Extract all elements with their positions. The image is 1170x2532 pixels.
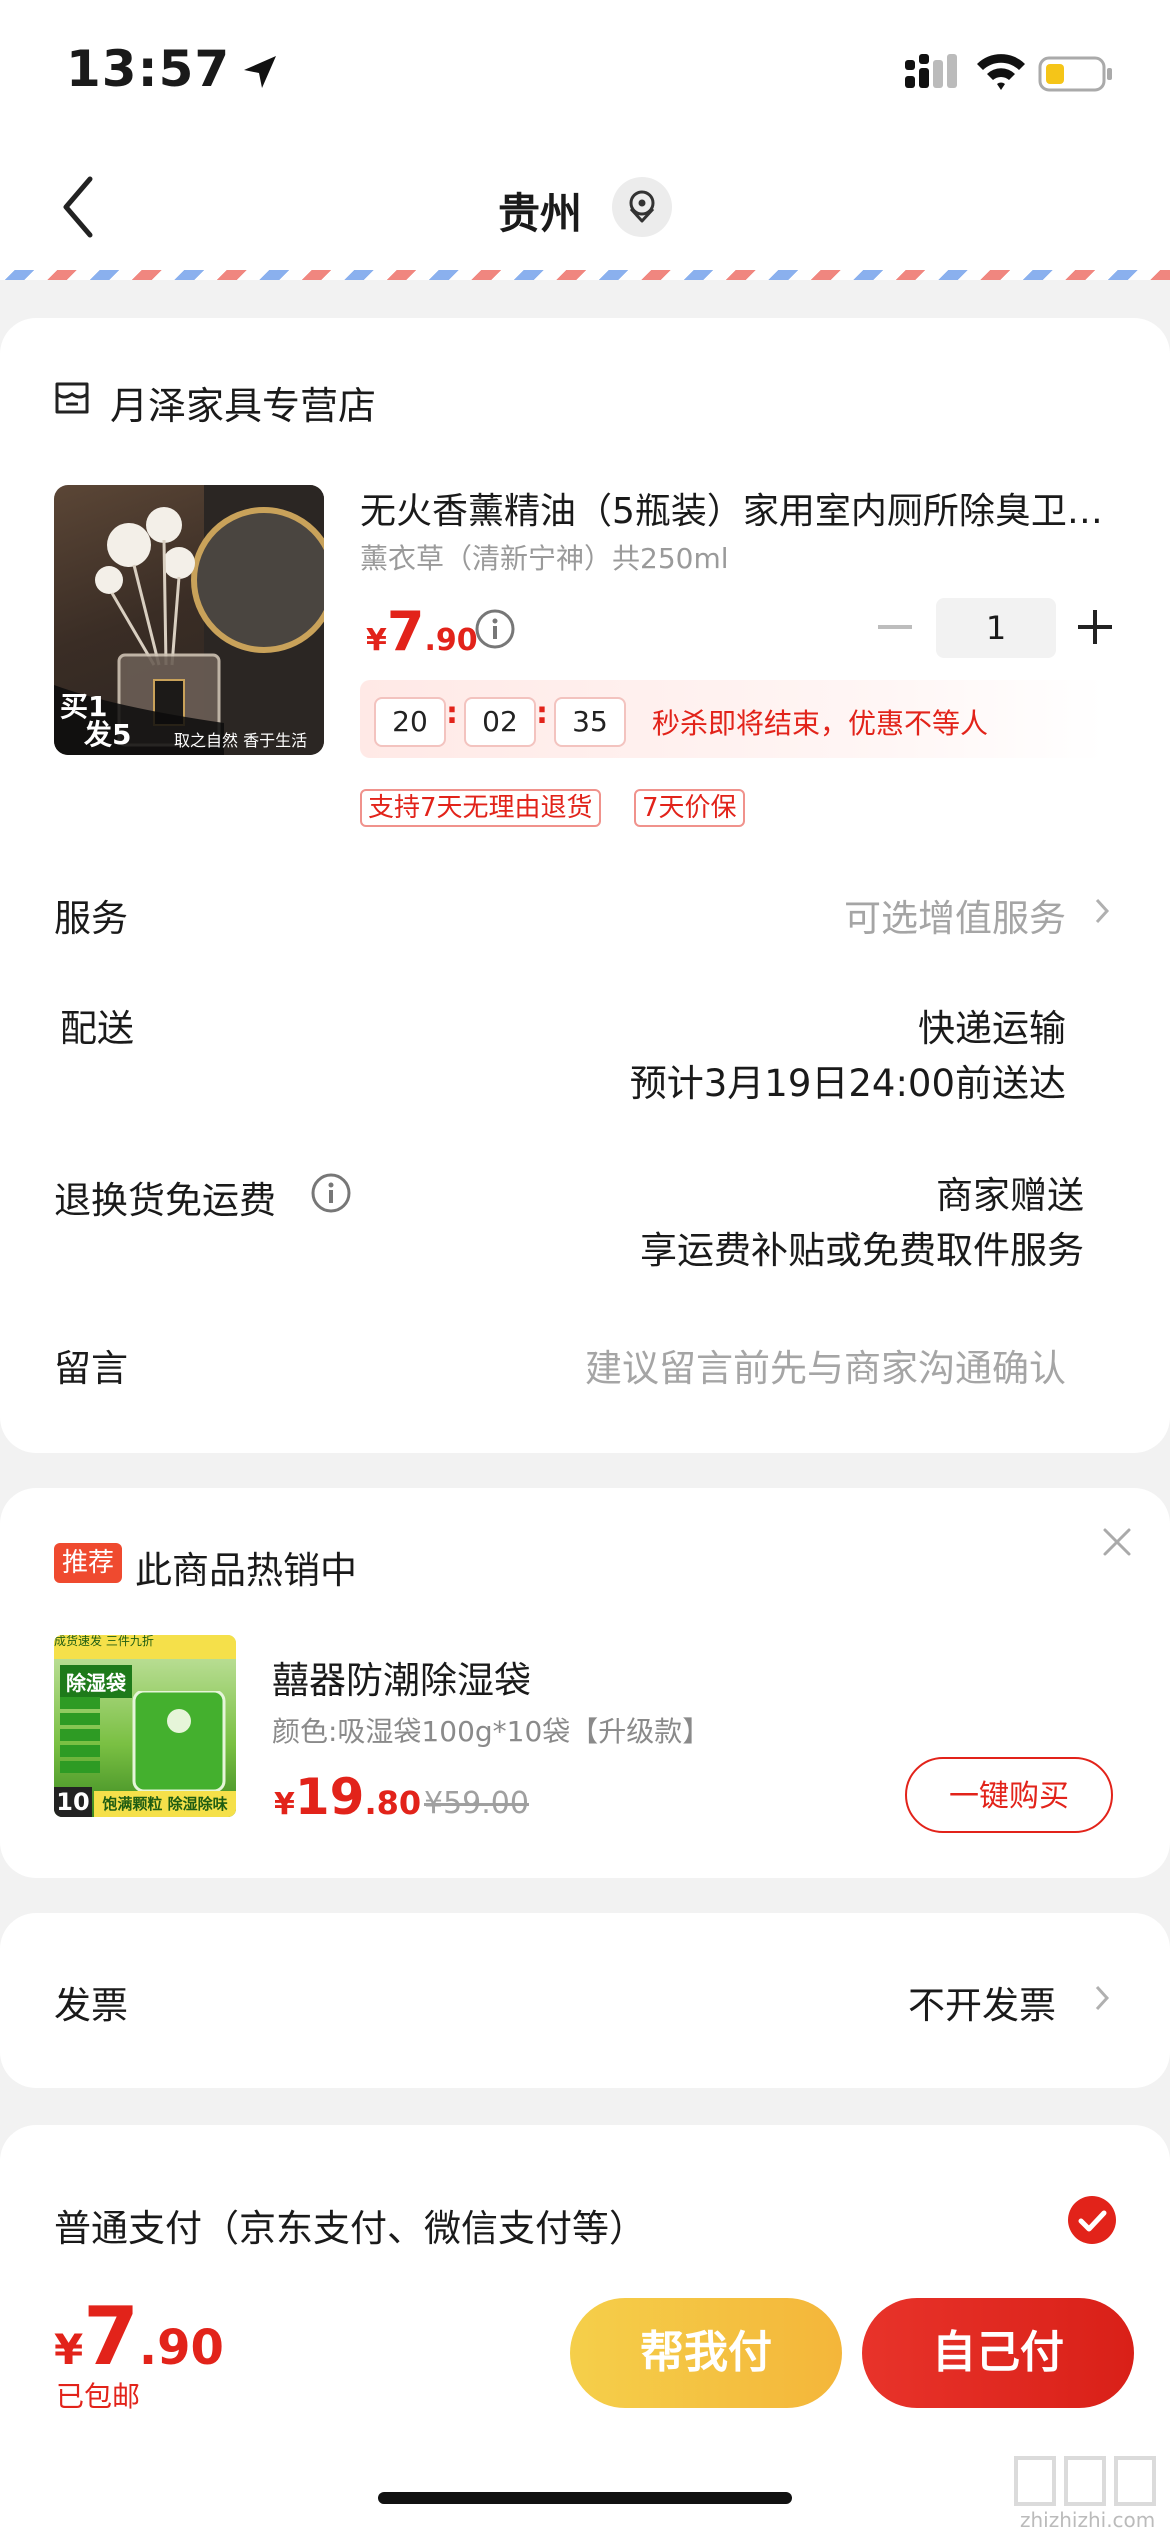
recommend-original-price: ¥59.00 [424, 1786, 529, 1821]
total-dec: .90 [138, 2320, 224, 2376]
free-shipping-label: 已包邮 [56, 2380, 141, 2413]
rec-price-int: 19 [294, 1768, 365, 1826]
recommend-product-name[interactable]: 囍器防潮除湿袋 [272, 1650, 531, 1704]
total-symbol: ¥ [54, 2325, 84, 2374]
tag-price-protect: 7天价保 [634, 789, 745, 827]
payment-radio[interactable] [1068, 2196, 1116, 2244]
info-icon[interactable] [310, 1172, 352, 1214]
chevron-right-icon[interactable] [1094, 897, 1110, 925]
recommend-title: 此商品热销中 [135, 1549, 357, 1592]
store-icon [55, 382, 89, 414]
rec-img-footer: 饱满颗粒 除湿除味 [94, 1791, 236, 1817]
product-price: ¥7.90 [366, 600, 478, 663]
chevron-right-icon[interactable] [1094, 1984, 1110, 2012]
rec-img-bags [60, 1691, 226, 1791]
tag-return: 支持7天无理由退货 [360, 789, 601, 827]
total-price: ¥7.90 [54, 2290, 224, 2383]
status-time: 13:57 [66, 40, 231, 98]
service-value[interactable]: 可选增值服务 [844, 888, 1066, 942]
invoice-label: 发票 [54, 1984, 128, 2027]
recommend-variant[interactable]: 颜色:吸湿袋100g*10袋【升级款】 [272, 1710, 710, 1750]
quantity-input[interactable]: 1 [936, 598, 1056, 658]
check-icon [1078, 2210, 1107, 2232]
nav-bar [0, 140, 1170, 270]
recommend-image[interactable]: 成货速发 三件九折 除湿袋 10 饱满颗粒 除湿除味 [54, 1635, 236, 1817]
price-symbol: ¥ [366, 623, 387, 658]
delivery-method[interactable]: 快递运输 [918, 998, 1066, 1052]
price-int: 7 [386, 600, 425, 663]
invoice-value[interactable]: 不开发票 [908, 1975, 1056, 2029]
nav-title[interactable]: 贵州 [498, 180, 582, 241]
rec-price-symbol: ¥ [274, 1787, 295, 1822]
delivery-eta[interactable]: 预计3月19日24:00前送达 [630, 1053, 1066, 1107]
location-pin-button[interactable] [612, 177, 672, 237]
recommend-badge: 推荐 [54, 1543, 123, 1583]
back-icon[interactable] [58, 175, 98, 239]
rec-img-count: 10 [54, 1787, 92, 1817]
info-icon[interactable] [474, 608, 516, 650]
service-label: 服务 [54, 897, 128, 940]
return-shipping-detail: 享运费补贴或免费取件服务 [640, 1229, 1084, 1272]
watermark-text: zhizhizhi.com [1020, 2508, 1156, 2532]
return-shipping-value: 商家赠送 [936, 1174, 1084, 1217]
quantity-minus-button[interactable] [878, 625, 912, 629]
location-pin-icon [629, 190, 655, 223]
return-shipping-label: 退换货免运费 [54, 1179, 276, 1222]
battery-icon [1038, 56, 1112, 92]
location-arrow-icon [244, 56, 276, 88]
store-name[interactable]: 月泽家具专营店 [110, 375, 376, 430]
product-image[interactable]: 买1 发5 取之自然 香于生活 [54, 485, 324, 755]
image-badge-line1: 买1 [60, 690, 108, 723]
countdown-colon: : [446, 696, 458, 731]
image-badge-line2: 发5 [84, 718, 132, 751]
recommend-price: ¥19.80 [274, 1768, 421, 1826]
note-input[interactable]: 建议留言前先与商家沟通确认 [585, 1338, 1066, 1392]
payment-method-label[interactable]: 普通支付（京东支付、微信支付等） [54, 2198, 646, 2252]
quantity-plus-button-vertical[interactable] [1093, 610, 1097, 644]
note-label: 留言 [54, 1347, 128, 1390]
help-me-pay-button[interactable]: 帮我付 [570, 2298, 842, 2408]
wifi-icon [977, 54, 1025, 90]
price-dec: .90 [424, 623, 478, 658]
image-slogan: 取之自然 香于生活 [174, 731, 308, 750]
product-title[interactable]: 无火香薰精油（5瓶装）家用室内厕所除臭卫生间香水持久熏香 [360, 482, 1110, 534]
airmail-divider [0, 270, 1170, 280]
flash-sale-text: 秒杀即将结束，优惠不等人 [652, 707, 989, 740]
product-variant[interactable]: 薰衣草（清新宁神）共250ml [360, 537, 729, 577]
close-icon[interactable] [1100, 1525, 1134, 1559]
signal-icon [905, 54, 957, 88]
delivery-label: 配送 [60, 1007, 134, 1050]
one-click-buy-button[interactable]: 一键购买 [905, 1757, 1113, 1833]
total-int: 7 [83, 2290, 139, 2383]
rec-price-dec: .80 [364, 1784, 422, 1822]
rec-img-top: 成货速发 三件九折 [54, 1635, 236, 1659]
home-indicator[interactable] [378, 2492, 792, 2504]
countdown-colon: : [536, 696, 548, 731]
pay-myself-button[interactable]: 自己付 [862, 2298, 1134, 2408]
countdown-minutes: 02 [464, 697, 536, 747]
countdown-seconds: 35 [554, 697, 626, 747]
countdown-hours: 20 [374, 697, 446, 747]
